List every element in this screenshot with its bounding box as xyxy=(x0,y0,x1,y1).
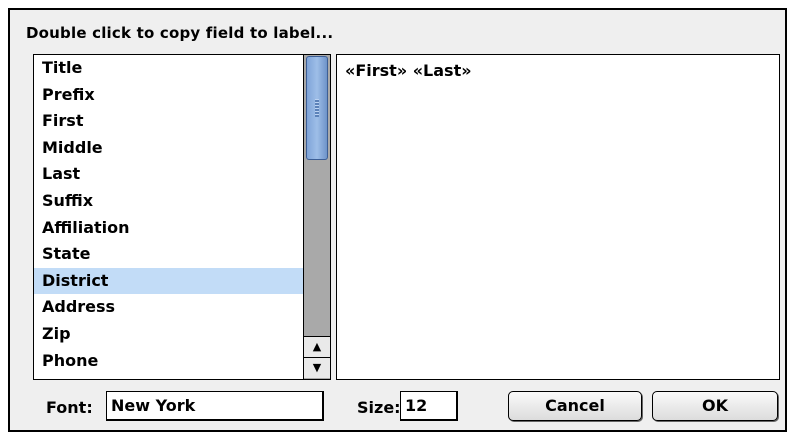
list-item-district[interactable]: District xyxy=(34,267,303,295)
arrow-down-icon: ▼ xyxy=(312,361,322,374)
cancel-button[interactable]: Cancel xyxy=(508,391,642,421)
list-item-address[interactable]: Address xyxy=(34,294,303,321)
size-field[interactable]: 12 xyxy=(400,391,458,421)
list-item-phone[interactable]: Phone xyxy=(34,348,303,375)
list-item-prefix[interactable]: Prefix xyxy=(34,82,303,109)
list-item-state[interactable]: State xyxy=(34,241,303,268)
field-list[interactable]: Title Prefix First Middle Last Suffix Af… xyxy=(34,55,303,379)
list-item-first[interactable]: First xyxy=(34,108,303,135)
label-text-area[interactable]: «First» «Last» xyxy=(336,54,780,380)
field-list-box: Title Prefix First Middle Last Suffix Af… xyxy=(33,54,331,380)
grip-icon xyxy=(315,99,319,117)
list-item-middle[interactable]: Middle xyxy=(34,135,303,162)
ok-button[interactable]: OK xyxy=(652,391,778,421)
instruction-text: Double click to copy field to label... xyxy=(26,24,334,42)
list-item-last[interactable]: Last xyxy=(34,161,303,188)
scroll-thumb[interactable] xyxy=(306,56,328,160)
font-label: Font: xyxy=(46,398,93,417)
vertical-scrollbar[interactable]: ▲ ▼ xyxy=(303,55,330,379)
scroll-up-button[interactable]: ▲ xyxy=(304,336,330,357)
list-item-zip[interactable]: Zip xyxy=(34,321,303,348)
font-field[interactable]: New York xyxy=(106,391,324,421)
list-item-affiliation[interactable]: Affiliation xyxy=(34,215,303,242)
list-item-suffix[interactable]: Suffix xyxy=(34,188,303,215)
list-item-title[interactable]: Title xyxy=(34,55,303,82)
label-content: «First» «Last» xyxy=(345,61,472,80)
size-label: Size: xyxy=(357,398,401,417)
scroll-down-button[interactable]: ▼ xyxy=(304,357,330,378)
arrow-up-icon: ▲ xyxy=(312,340,322,353)
